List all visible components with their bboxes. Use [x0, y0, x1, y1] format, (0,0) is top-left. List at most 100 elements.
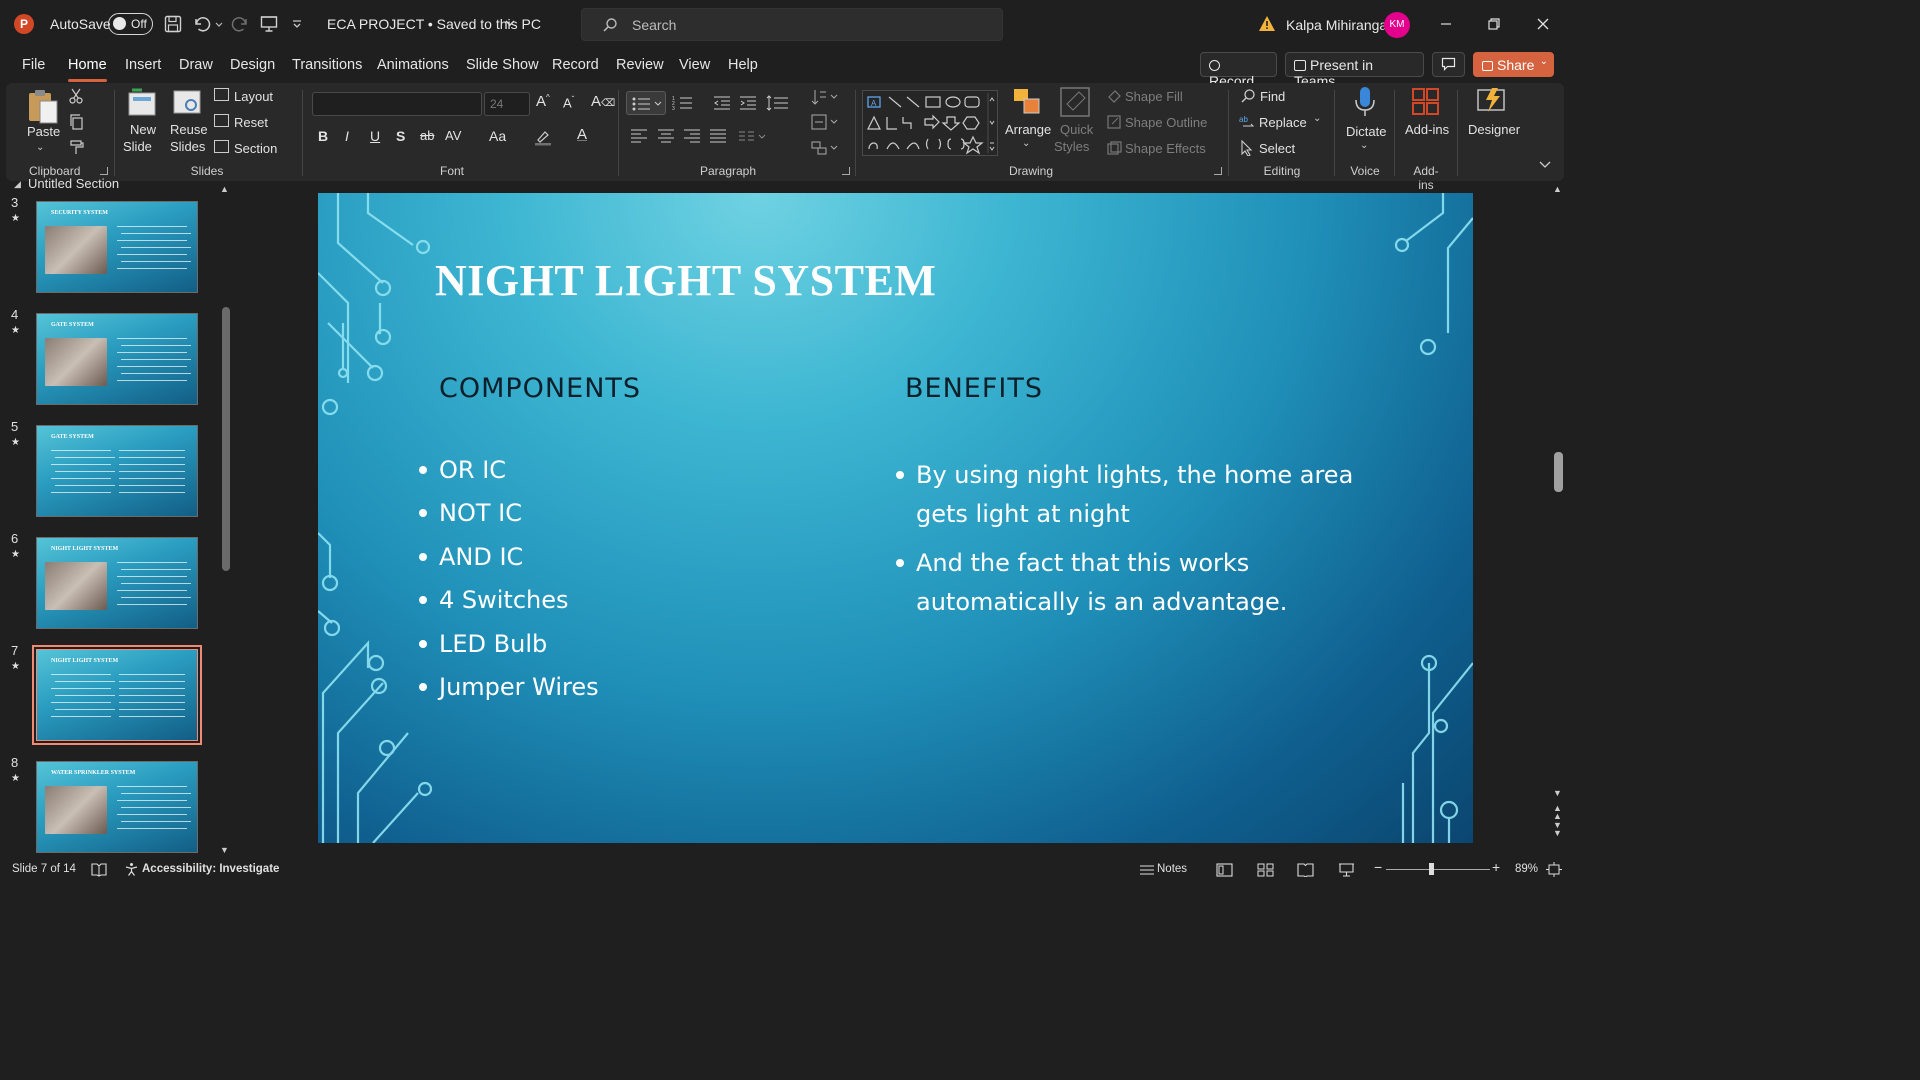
slide-title[interactable]: NIGHT LIGHT SYSTEM — [435, 255, 936, 306]
spelling-check-icon[interactable] — [91, 862, 107, 877]
shape-effects-button[interactable]: Shape Effects — [1125, 141, 1206, 156]
scrollbar-up-arrow-icon[interactable]: ▲ — [1553, 184, 1562, 194]
cut-icon[interactable] — [68, 87, 84, 105]
dialog-launcher-icon[interactable] — [1214, 167, 1222, 175]
next-slide-icon[interactable]: ▼ ▼ — [1553, 821, 1562, 838]
tab-animations[interactable]: Animations — [377, 57, 449, 73]
quick-styles-label-2[interactable]: Styles — [1054, 139, 1089, 154]
shape-fill-button[interactable]: Shape Fill — [1125, 89, 1183, 104]
tab-record[interactable]: Record — [552, 57, 599, 73]
scrollbar-down-arrow-icon[interactable]: ▼ — [220, 845, 229, 855]
font-color-button[interactable]: A — [577, 126, 587, 143]
component-item[interactable]: OR IC — [439, 456, 506, 484]
autosave-toggle[interactable]: Off — [108, 13, 153, 35]
reuse-slides-icon[interactable] — [171, 88, 203, 118]
reading-view-icon[interactable] — [1297, 863, 1314, 877]
reuse-slides-label-2[interactable]: Slides — [170, 139, 205, 154]
increase-font-icon[interactable]: A^ — [536, 93, 550, 110]
section-label[interactable]: Untitled Section — [28, 176, 119, 191]
benefits-heading[interactable]: BENEFITS — [905, 373, 1043, 404]
zoom-out-icon[interactable]: − — [1374, 859, 1382, 875]
scrollbar-down-arrow-icon[interactable]: ▼ — [1553, 788, 1562, 798]
accessibility-icon[interactable] — [124, 862, 139, 877]
zoom-in-icon[interactable]: + — [1492, 859, 1500, 875]
layout-button[interactable]: Layout — [234, 89, 273, 104]
dictate-button[interactable]: Dictate — [1346, 124, 1386, 139]
replace-button[interactable]: Replace — [1259, 115, 1307, 130]
avatar[interactable]: KM — [1384, 12, 1410, 38]
designer-button[interactable]: Designer — [1468, 122, 1520, 137]
zoom-level[interactable]: 89% — [1515, 863, 1538, 875]
minimize-icon[interactable] — [1434, 12, 1458, 36]
tab-slide-show[interactable]: Slide Show — [466, 57, 539, 73]
reset-button[interactable]: Reset — [234, 115, 268, 130]
component-item[interactable]: Jumper Wires — [439, 673, 599, 701]
paste-button[interactable]: Paste — [27, 124, 60, 139]
collapse-ribbon-icon[interactable] — [1538, 158, 1552, 170]
previous-slide-icon[interactable]: ▲ ▲ — [1553, 804, 1562, 821]
new-slide-label-1[interactable]: New — [130, 122, 156, 137]
justify-icon[interactable] — [709, 128, 727, 144]
new-slide-label-2[interactable]: Slide — [123, 139, 152, 154]
addins-button[interactable]: Add-ins — [1405, 122, 1449, 137]
bold-button[interactable]: B — [318, 128, 328, 144]
benefit-item-line[interactable]: automatically is an advantage. — [916, 588, 1287, 616]
paste-icon[interactable] — [26, 87, 60, 125]
fit-slide-icon[interactable] — [1546, 862, 1562, 877]
warning-icon[interactable] — [1258, 15, 1276, 32]
designer-icon[interactable] — [1476, 86, 1508, 116]
slide-sorter-icon[interactable] — [1257, 863, 1274, 877]
section-button[interactable]: Section — [234, 141, 277, 156]
select-button[interactable]: Select — [1259, 141, 1295, 156]
component-item[interactable]: AND IC — [439, 543, 523, 571]
quick-styles-icon[interactable] — [1059, 86, 1091, 118]
paste-dropdown-icon[interactable]: ⌄ — [36, 142, 44, 153]
user-name[interactable]: Kalpa Mihiranga — [1286, 17, 1387, 33]
present-from-beginning-icon[interactable] — [259, 14, 281, 36]
comments-button[interactable] — [1432, 52, 1465, 77]
slide-thumbnail-7[interactable]: NIGHT LIGHT SYSTEM — [32, 645, 202, 745]
change-case-button[interactable]: Aa — [489, 128, 506, 144]
slide-thumbnail-3[interactable]: SECURITY SYSTEM — [36, 201, 198, 293]
tab-review[interactable]: Review — [616, 57, 664, 73]
smartart-icon[interactable] — [810, 139, 838, 157]
zoom-slider-thumb[interactable] — [1429, 863, 1434, 875]
highlight-icon[interactable] — [534, 128, 552, 146]
format-painter-icon[interactable] — [68, 138, 86, 156]
slide-show-icon[interactable] — [1338, 862, 1355, 877]
undo-icon[interactable] — [192, 14, 214, 36]
component-item[interactable]: NOT IC — [439, 499, 522, 527]
align-text-icon[interactable] — [810, 113, 838, 131]
undo-dropdown-icon[interactable] — [214, 14, 224, 36]
tab-draw[interactable]: Draw — [179, 57, 213, 73]
addins-icon[interactable] — [1411, 87, 1441, 117]
benefit-item-line[interactable]: And the fact that this works — [916, 549, 1249, 577]
bullets-icon[interactable] — [626, 91, 666, 115]
redo-icon[interactable] — [230, 14, 252, 36]
thumbnail-scrollbar-thumb[interactable] — [222, 307, 230, 571]
slide-thumbnail-6[interactable]: NIGHT LIGHT SYSTEM — [36, 537, 198, 629]
numbering-icon[interactable]: 123 — [672, 94, 702, 112]
arrange-icon[interactable] — [1011, 86, 1043, 118]
align-center-icon[interactable] — [657, 128, 675, 144]
tab-transitions[interactable]: Transitions — [292, 57, 362, 73]
chevron-down-icon[interactable] — [504, 17, 516, 29]
close-icon[interactable] — [1531, 12, 1555, 36]
tab-insert[interactable]: Insert — [125, 57, 161, 73]
reuse-slides-label-1[interactable]: Reuse — [170, 122, 208, 137]
present-in-teams-button[interactable]: Present in Teams — [1285, 52, 1424, 89]
new-slide-icon[interactable] — [126, 88, 158, 118]
record-button[interactable]: Record — [1200, 52, 1277, 89]
accessibility-status[interactable]: Accessibility: Investigate — [142, 863, 279, 875]
replace-dropdown-icon[interactable]: ⌄ — [1313, 113, 1321, 124]
arrange-button[interactable]: Arrange — [1005, 122, 1051, 137]
clear-formatting-icon[interactable]: A⌫ — [591, 93, 615, 110]
arrange-dropdown-icon[interactable]: ⌄ — [1022, 138, 1030, 149]
slide-thumbnail-8[interactable]: WATER SPRINKLER SYSTEM — [36, 761, 198, 853]
section-collapse-icon[interactable]: ◢ — [14, 179, 21, 190]
font-name-field[interactable] — [312, 92, 482, 116]
tab-home[interactable]: Home — [68, 57, 107, 82]
zoom-slider-track[interactable] — [1386, 869, 1490, 870]
scrollbar-up-arrow-icon[interactable]: ▲ — [220, 184, 229, 194]
component-item[interactable]: LED Bulb — [439, 630, 547, 658]
